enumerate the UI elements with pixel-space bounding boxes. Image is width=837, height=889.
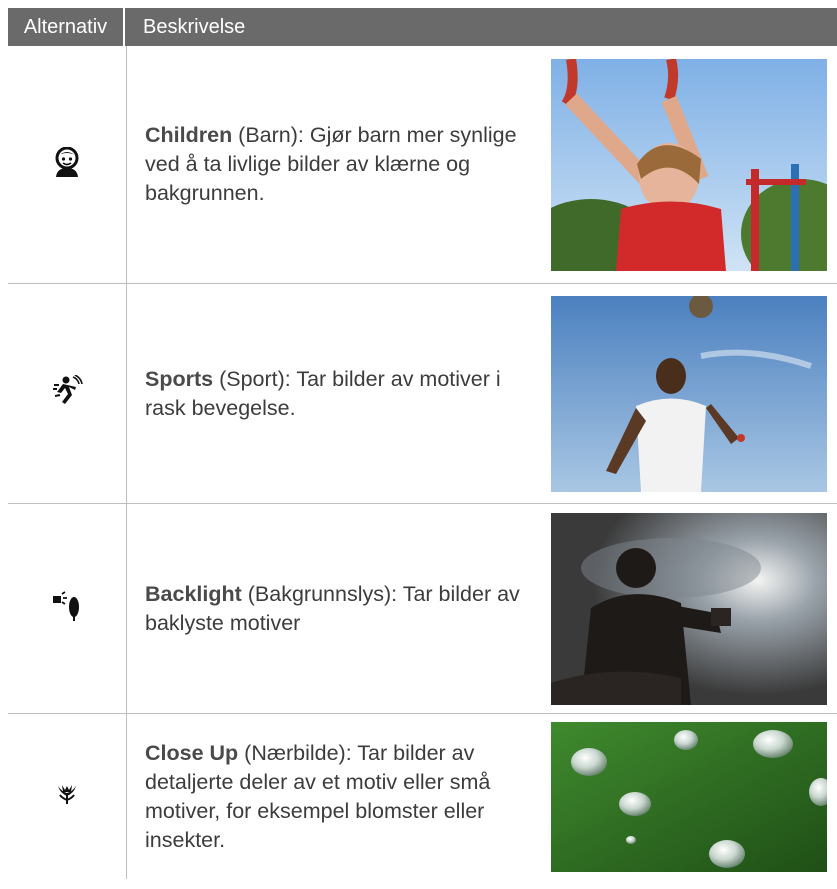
header-beskrivelse: Beskrivelse [143,15,246,38]
table-row: Sports (Sport): Tar bilder av motiver i … [8,284,837,504]
mode-title: Sports [145,366,214,391]
backlight-mode-icon [51,591,83,626]
photo-child-on-rings [551,58,827,271]
mode-title: Children [145,123,233,147]
header-alternativ: Alternativ [8,8,125,46]
sports-mode-icon [51,374,83,412]
table-row: Children (Barn): Gjør barn mer synlige v… [8,46,837,284]
table-header: Alternativ Beskrivelse [8,8,837,46]
photo-silhouette-photographer [551,512,827,705]
close-up-mode-icon [56,783,78,810]
description-backlight: Backlight (Bakgrunnslys): Tar bilder av … [127,504,551,713]
description-children: Children (Barn): Gjør barn mer synlige v… [127,46,551,283]
description-sports: Sports (Sport): Tar bilder av motiver i … [127,284,551,503]
children-mode-icon [53,146,81,182]
description-close-up: Close Up (Nærbilde): Tar bilder av detal… [127,714,551,879]
photo-water-drops-leaf [551,721,827,872]
table-row: Close Up (Nærbilde): Tar bilder av detal… [8,714,837,879]
mode-title: Close Up [145,740,239,765]
table-row: Backlight (Bakgrunnslys): Tar bilder av … [8,504,837,714]
photo-soccer-header [551,295,827,492]
mode-title: Backlight [145,581,242,606]
scene-mode-table: Alternativ Beskrivelse Children (Barn): … [8,8,837,879]
